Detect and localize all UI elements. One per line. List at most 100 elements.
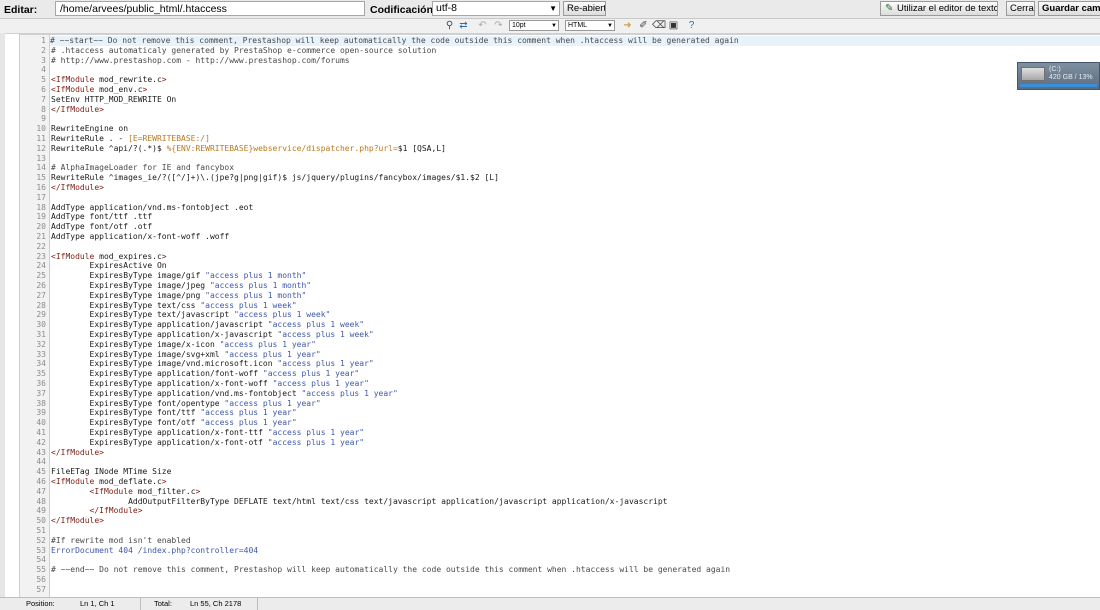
code-line[interactable]: AddType application/vnd.ms-fontobject .e…: [51, 203, 253, 213]
fullscreen-icon[interactable]: ▣: [668, 20, 679, 31]
line-number: 11: [36, 134, 46, 143]
left-edge-strip: [0, 33, 5, 598]
line-number: 9: [41, 114, 46, 124]
code-line[interactable]: ExpiresByType image/vnd.microsoft.icon "…: [51, 359, 374, 369]
file-path-input[interactable]: /home/arvees/public_html/.htaccess: [55, 1, 365, 16]
code-line[interactable]: SetEnv HTTP_MOD_REWRITE On: [51, 95, 176, 105]
line-number: 34: [36, 359, 46, 369]
line-number: 13: [36, 153, 46, 163]
code-line[interactable]: <IfModule mod_expires.c>: [51, 252, 167, 262]
code-line[interactable]: AddOutputFilterByType DEFLATE text/html …: [51, 497, 667, 507]
code-editor[interactable]: 1 2 3 4 5 6 7 8 9 10 11 12 13 14 15 16 17 18 19 20 21 22 23 24 2…: [19, 34, 1100, 598]
code-line[interactable]: </IfModule>: [51, 105, 104, 115]
code-line[interactable]: ExpiresByType font/otf "access plus 1 ye…: [51, 418, 297, 428]
code-line[interactable]: ExpiresActive On: [51, 261, 167, 271]
code-line[interactable]: RewriteRule . - [E=REWRITEBASE:/]: [51, 134, 210, 144]
text-editor-button[interactable]: ✎ Utilizar el editor de texto.: [880, 1, 998, 16]
code-line[interactable]: ExpiresByType image/jpeg "access plus 1 …: [51, 281, 312, 291]
code-line[interactable]: ExpiresByType image/x-icon "access plus …: [51, 340, 316, 350]
line-number: 35: [36, 369, 46, 379]
reopen-button[interactable]: Re-abierto: [563, 1, 606, 16]
line-number: 12: [36, 143, 46, 153]
code-line[interactable]: ExpiresByType image/gif "access plus 1 m…: [51, 271, 307, 281]
line-number: 46: [36, 477, 46, 486]
code-area[interactable]: # ~~start~~ Do not remove this comment, …: [50, 35, 1100, 598]
code-line[interactable]: # AlphaImageLoader for IE and fancybox: [51, 163, 234, 173]
line-number: 8: [41, 104, 46, 114]
line-number: 39: [36, 408, 46, 418]
line-number: 55: [36, 565, 46, 575]
line-number: 17: [36, 192, 46, 202]
syntax-select[interactable]: HTML ▼: [565, 20, 615, 31]
code-line[interactable]: ExpiresByType application/font-woff "acc…: [51, 369, 360, 379]
code-line[interactable]: </IfModule>: [51, 448, 104, 458]
code-line[interactable]: # ~~start~~ Do not remove this comment, …: [50, 36, 1100, 46]
status-divider: [257, 598, 258, 610]
replace-icon[interactable]: ⇄: [458, 20, 469, 31]
code-line[interactable]: ExpiresByType application/x-font-woff "a…: [51, 379, 369, 389]
line-number-gutter: 1 2 3 4 5 6 7 8 9 10 11 12 13 14 15 16 17 18 19 20 21 22 23 24 2…: [20, 35, 50, 598]
reset-icon[interactable]: ⌫: [652, 20, 666, 31]
close-button[interactable]: Cerrar: [1006, 1, 1035, 16]
line-number: 16: [36, 183, 46, 192]
code-line[interactable]: ExpiresByType image/svg+xml "access plus…: [51, 350, 321, 360]
code-line[interactable]: AddType font/otf .otf: [51, 222, 152, 232]
line-number: 42: [36, 437, 46, 447]
code-line[interactable]: <IfModule mod_deflate.c>: [51, 477, 167, 487]
code-line[interactable]: AddType font/ttf .ttf: [51, 212, 152, 222]
font-size-value: 10pt: [512, 22, 526, 29]
code-line[interactable]: ExpiresByType text/css "access plus 1 we…: [51, 301, 297, 311]
line-number: 19: [36, 212, 46, 222]
encoding-label: Codificación:: [370, 4, 437, 16]
code-line[interactable]: ExpiresByType application/x-font-ttf "ac…: [51, 428, 365, 438]
line-number: 1: [41, 36, 46, 45]
text-editor-label: Utilizar el editor de texto.: [897, 3, 998, 14]
code-line[interactable]: RewriteEngine on: [51, 124, 128, 134]
code-line[interactable]: ExpiresByType text/javascript "access pl…: [51, 310, 331, 320]
line-number: 6: [41, 85, 46, 94]
line-number: 32: [36, 339, 46, 349]
line-number: 37: [36, 388, 46, 398]
line-number: 5: [41, 75, 46, 85]
code-line[interactable]: # .htaccess automaticaly generated by Pr…: [51, 46, 436, 56]
code-line[interactable]: </IfModule>: [51, 506, 143, 516]
code-line[interactable]: FileETag INode MTime Size: [51, 467, 171, 477]
line-number: 3: [41, 55, 46, 65]
code-line[interactable]: ExpiresByType image/png "access plus 1 m…: [51, 291, 307, 301]
code-line[interactable]: ExpiresByType font/opentype "access plus…: [51, 399, 321, 409]
code-line[interactable]: #If rewrite mod isn't enabled: [51, 536, 191, 546]
line-number: 49: [36, 506, 46, 516]
code-line[interactable]: ExpiresByType application/javascript "ac…: [51, 320, 365, 330]
code-line[interactable]: ExpiresByType font/ttf "access plus 1 ye…: [51, 408, 297, 418]
code-line[interactable]: <IfModule mod_env.c>: [51, 85, 147, 95]
line-number: 15: [36, 173, 46, 183]
code-line[interactable]: ExpiresByType application/vnd.ms-fontobj…: [51, 389, 398, 399]
code-line[interactable]: <IfModule mod_filter.c>: [51, 487, 201, 497]
search-icon[interactable]: ⚲: [444, 20, 455, 31]
code-line[interactable]: AddType application/x-font-woff .woff: [51, 232, 229, 242]
code-line[interactable]: # ~~end~~ Do not remove this comment, Pr…: [51, 565, 730, 575]
line-number: 4: [41, 65, 46, 75]
code-line[interactable]: ExpiresByType application/x-font-otf "ac…: [51, 438, 365, 448]
code-line[interactable]: <IfModule mod_rewrite.c>: [51, 75, 167, 85]
code-line[interactable]: ErrorDocument 404 /index.php?controller=…: [51, 546, 258, 556]
line-number: 54: [36, 555, 46, 565]
code-line[interactable]: </IfModule>: [51, 516, 104, 526]
go-to-line-icon[interactable]: ➜: [622, 20, 633, 31]
code-line[interactable]: RewriteRule ^api/?(.*)$ %{ENV:REWRITEBAS…: [51, 144, 446, 154]
line-number: 48: [36, 496, 46, 506]
code-line[interactable]: RewriteRule ^images_ie/?([^/]+)\.(jpe?g|…: [51, 173, 499, 183]
code-line[interactable]: </IfModule>: [51, 183, 104, 193]
font-size-select[interactable]: 10pt ▼: [509, 20, 559, 31]
line-number: 14: [36, 163, 46, 173]
line-number: 22: [36, 241, 46, 251]
line-number: 33: [36, 349, 46, 359]
redo-icon[interactable]: ↷: [493, 20, 504, 31]
save-button[interactable]: Guardar cambios: [1038, 1, 1100, 16]
code-line[interactable]: # http://www.prestashop.com - http://www…: [51, 56, 350, 66]
undo-icon[interactable]: ↶: [477, 20, 488, 31]
help-icon[interactable]: ?: [686, 20, 697, 31]
code-line[interactable]: ExpiresByType application/x-javascript "…: [51, 330, 374, 340]
highlight-icon[interactable]: ✐: [638, 20, 649, 31]
encoding-select[interactable]: utf-8 ▼: [432, 1, 560, 16]
